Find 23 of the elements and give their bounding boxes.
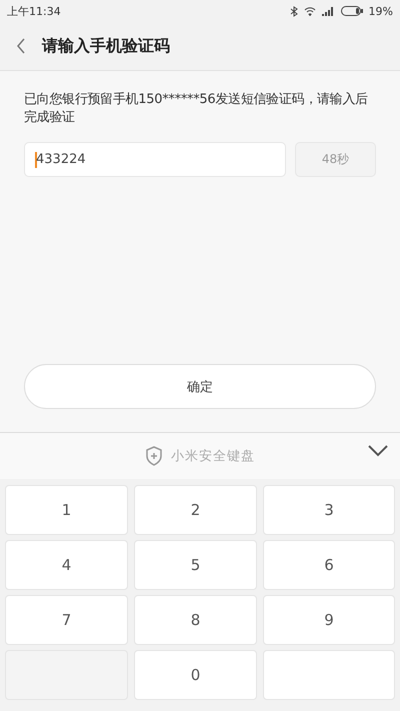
collapse-keyboard-button[interactable] xyxy=(368,445,388,457)
digit-key[interactable]: 9 xyxy=(263,595,395,645)
digit-key[interactable]: 8 xyxy=(134,595,257,645)
digit-key[interactable]: 4 xyxy=(5,540,128,590)
digit-key[interactable]: 6 xyxy=(263,540,395,590)
back-icon[interactable] xyxy=(16,38,26,54)
keyboard-title: 小米安全键盘 xyxy=(171,448,255,465)
bluetooth-icon xyxy=(290,6,298,16)
battery-level: 19% xyxy=(368,4,393,18)
digit-key[interactable]: 3 xyxy=(263,485,395,535)
digit-key[interactable]: 1 xyxy=(5,485,128,535)
signal-icon xyxy=(322,6,335,16)
confirm-button[interactable]: 确定 xyxy=(24,364,376,409)
wifi-icon xyxy=(304,6,316,16)
shield-icon xyxy=(145,446,163,466)
digit-key[interactable]: 5 xyxy=(134,540,257,590)
status-time: 上午11:34 xyxy=(7,4,61,18)
digit-key[interactable]: 7 xyxy=(5,595,128,645)
digit-key[interactable]: 0 xyxy=(134,650,257,700)
page-title: 请输入手机验证码 xyxy=(42,36,170,56)
sms-notice: 已向您银行预留手机150******56发送短信验证码，请输入后完成验证 xyxy=(24,91,369,127)
digit-key[interactable]: 2 xyxy=(134,485,257,535)
battery-icon xyxy=(340,6,363,16)
